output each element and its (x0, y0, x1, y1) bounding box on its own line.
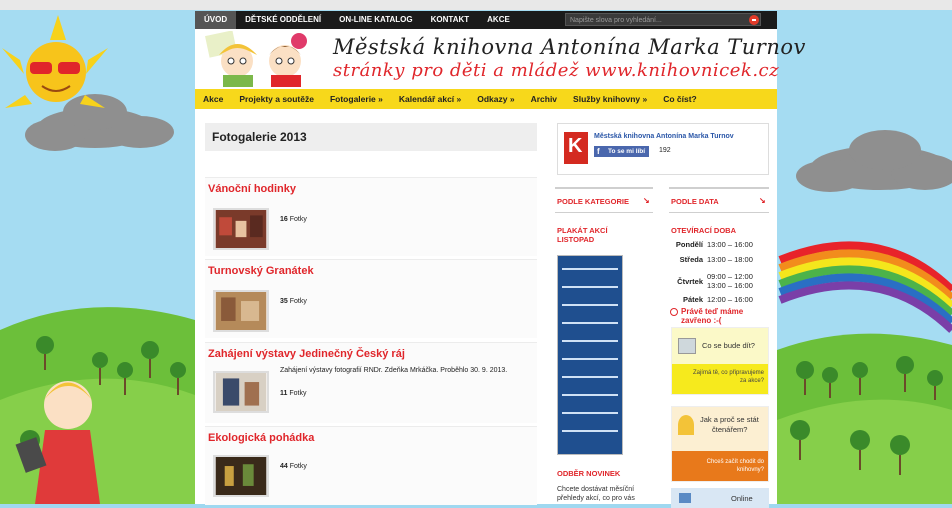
content-area: Fotogalerie 2013 Vánoční hodinky 16 Fotk… (195, 109, 777, 508)
library-logo[interactable]: K (564, 132, 588, 164)
hours-row: Pátek 12:00 – 16:00 (682, 295, 753, 304)
gallery-thumbnail[interactable] (213, 290, 269, 332)
gallery-title[interactable]: Vánoční hodinky (208, 183, 296, 195)
top-nav-kontakt[interactable]: KONTAKT (422, 11, 479, 29)
gallery-thumbnail[interactable] (213, 208, 269, 250)
facebook-like-button[interactable]: To se mi líbí (594, 146, 650, 157)
newsletter-title: ODBĚR NOVINEK (557, 469, 621, 478)
facebook-page-name[interactable]: Městská knihovna Antonína Marka Turnov (594, 133, 734, 140)
search-input[interactable]: Napište slova pro vyhledání... (565, 13, 761, 26)
by-date-link[interactable]: PODLE DATA (671, 197, 719, 206)
date-arrow-icon[interactable]: ↘ (759, 196, 766, 205)
nav-sluzby[interactable]: Služby knihovny » (565, 94, 655, 104)
site-subtitle: stránky pro děti a mládež www.knihovnice… (333, 60, 780, 81)
nav-projekty[interactable]: Projekty a soutěže (231, 94, 322, 104)
reader-icon (678, 415, 694, 435)
hours-row: Čtvrtek09:00 – 12:00 (677, 272, 753, 286)
nav-kalendar[interactable]: Kalendář akcí » (391, 94, 469, 104)
opening-hours-title: OTEVÍRACÍ DOBA (671, 226, 737, 235)
gallery-item: Ekologická pohádka 44 Fotky (205, 426, 537, 505)
top-nav-detske-oddeleni[interactable]: DĚTSKÉ ODDĚLENÍ (236, 11, 330, 29)
promo-events[interactable]: Co se bude dít? Zajímá tě, co připravuje… (671, 327, 769, 395)
like-count: 192 (659, 147, 671, 154)
photo-count: 35 Fotky (280, 298, 307, 305)
gallery-title[interactable]: Turnovský Granátek (208, 265, 314, 277)
closed-status: Právě teď máme zavřeno :-( (669, 307, 743, 325)
top-nav-online-katalog[interactable]: ON-LINE KATALOG (330, 11, 421, 29)
promo-online[interactable]: Online (671, 488, 769, 508)
site-header: Městská knihovna Antonína Marka Turnov s… (195, 29, 805, 89)
photo-count: 11 Fotky (280, 390, 307, 397)
gallery-item: Vánoční hodinky 16 Fotky (205, 177, 537, 256)
search-icon[interactable] (749, 15, 759, 25)
nav-odkazy[interactable]: Odkazy » (469, 94, 522, 104)
gallery-thumbnail[interactable] (213, 371, 269, 413)
newsletter-text: Chcete dostávat měsíční přehledy akcí, co… (557, 486, 635, 502)
page-title: Fotogalerie 2013 (205, 123, 537, 151)
divider (555, 212, 653, 213)
calendar-icon (678, 338, 696, 354)
top-navigation-bar: ÚVOD DĚTSKÉ ODDĚLENÍ ON-LINE KATALOG KON… (195, 11, 777, 29)
divider (669, 187, 769, 189)
category-arrow-icon[interactable]: ↘ (643, 196, 650, 205)
top-nav-akce[interactable]: AKCE (478, 11, 519, 29)
nav-akce[interactable]: Akce (195, 94, 231, 104)
divider (555, 187, 653, 189)
hours-row-second: 13:00 – 16:00 (707, 281, 753, 290)
gallery-item: Zahájení výstavy Jedinečný Český ráj Zah… (205, 342, 537, 423)
kids-logo[interactable] (199, 31, 323, 87)
site-title: Městská knihovna Antonína Marka Turnov (333, 35, 806, 59)
nav-co-cist[interactable]: Co číst? (655, 94, 705, 104)
photo-count: 16 Fotky (280, 216, 307, 223)
gallery-thumbnail[interactable] (213, 455, 269, 497)
nav-archiv[interactable]: Archiv (523, 94, 565, 104)
gallery-description: Zahájení výstavy fotografií RNDr. Zdeňka… (280, 367, 508, 374)
divider (669, 212, 769, 213)
nav-fotogalerie[interactable]: Fotogalerie » (322, 94, 391, 104)
event-poster[interactable] (557, 255, 623, 455)
gallery-title[interactable]: Zahájení výstavy Jedinečný Český ráj (208, 348, 405, 360)
poster-title: PLAKÁT AKCÍ (557, 226, 608, 235)
top-nav-uvod[interactable]: ÚVOD (195, 11, 237, 29)
hours-row: Středa 13:00 – 18:00 (679, 255, 753, 264)
hours-row: Pondělí 13:00 – 16:00 (675, 240, 753, 249)
gallery-item: Turnovský Granátek 35 Fotky (205, 259, 537, 338)
poster-month: LISTOPAD (557, 235, 595, 244)
online-icon (679, 493, 691, 503)
promo-membership[interactable]: Jak a proč se stát čtenářem? Chceš začít … (671, 406, 769, 482)
by-category-link[interactable]: PODLE KATEGORIE (557, 197, 629, 206)
main-navigation: Akce Projekty a soutěže Fotogalerie » Ka… (195, 89, 777, 109)
gallery-title[interactable]: Ekologická pohádka (208, 432, 314, 444)
facebook-widget: K Městská knihovna Antonína Marka Turnov… (557, 123, 769, 175)
photo-count: 44 Fotky (280, 463, 307, 470)
